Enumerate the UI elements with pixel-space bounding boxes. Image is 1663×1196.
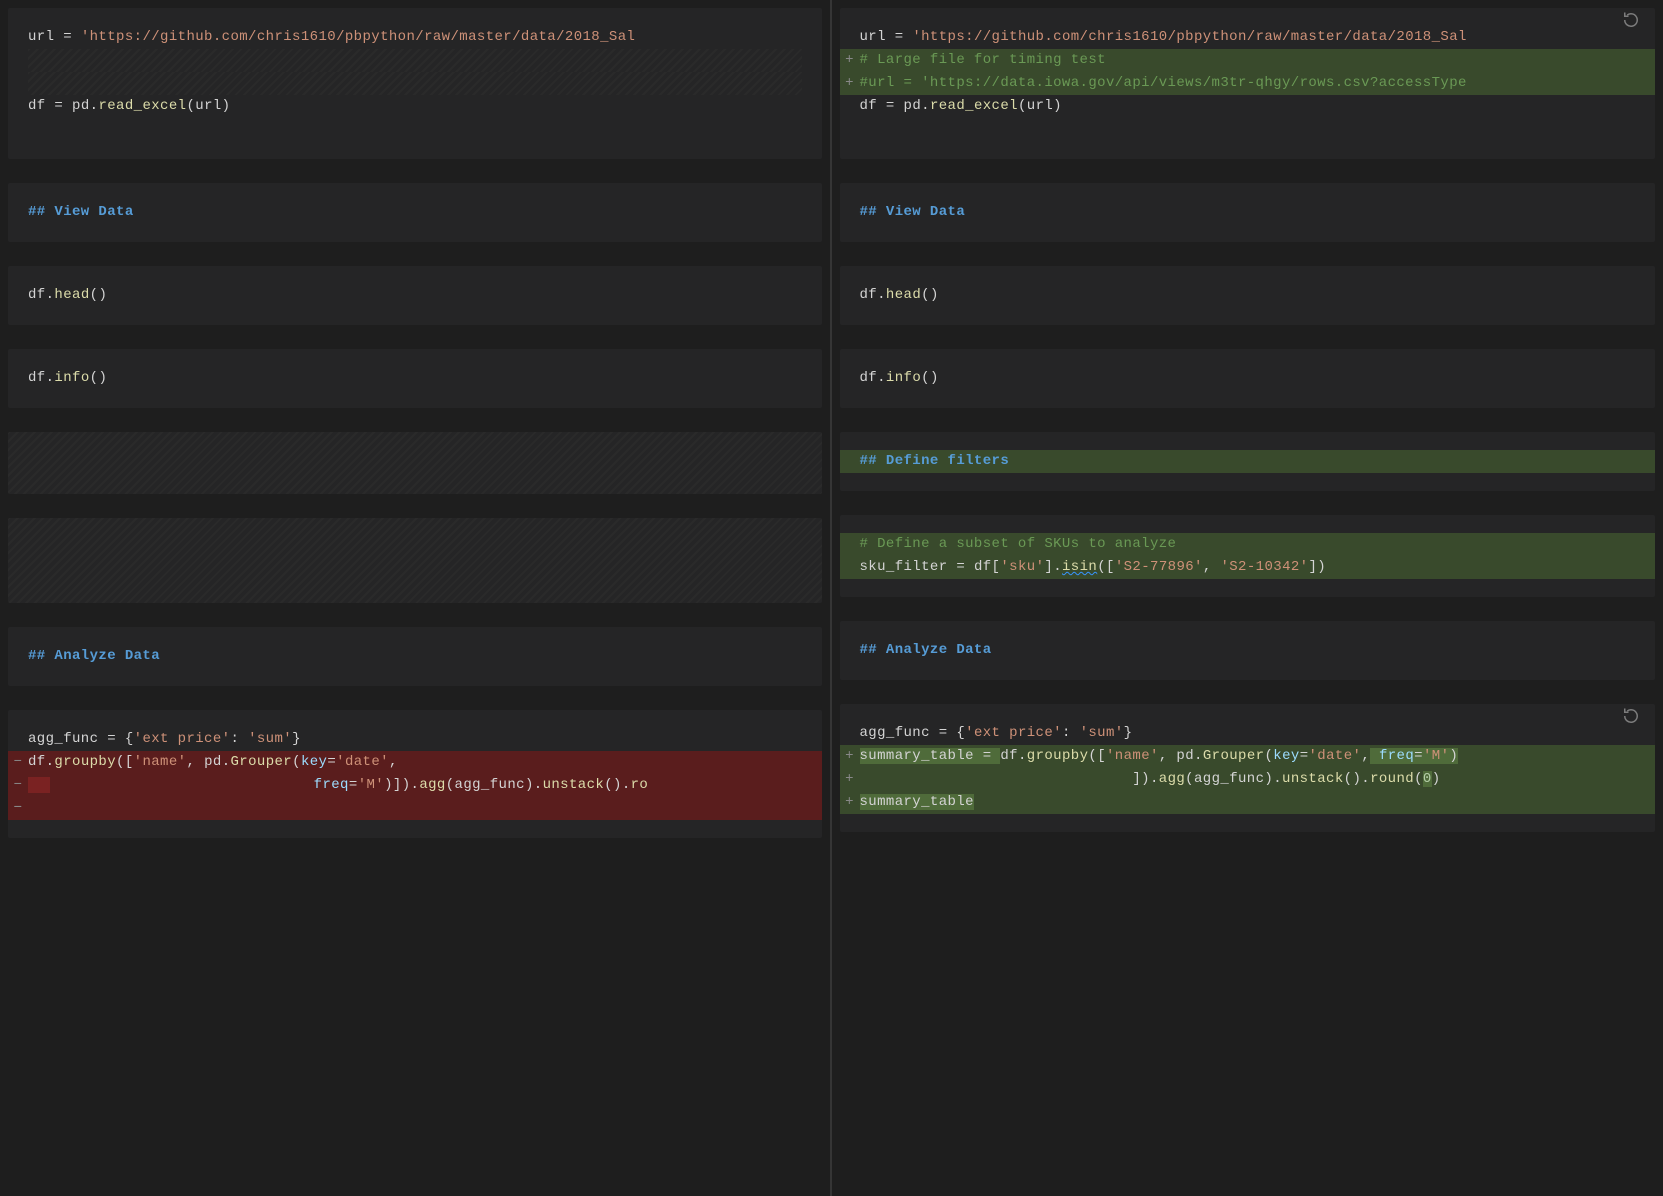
added-marker: +: [842, 768, 858, 791]
code-line[interactable]: df.info(): [860, 367, 1636, 390]
code-line[interactable]: + ]).agg(agg_func).unstack().round(0): [840, 768, 1656, 791]
code-line[interactable]: df = pd.read_excel(url): [28, 95, 802, 118]
revert-icon[interactable]: [1621, 706, 1641, 726]
markdown-cell[interactable]: ## Analyze Data: [8, 627, 822, 686]
code-line[interactable]: df.head(): [860, 284, 1636, 307]
left-pane: url = 'https://github.com/chris1610/pbpy…: [0, 0, 832, 1196]
code-cell[interactable]: df.info(): [8, 349, 822, 408]
code-line[interactable]: df.head(): [28, 284, 802, 307]
markdown-heading: ## Analyze Data: [28, 645, 802, 668]
code-cell[interactable]: url = 'https://github.com/chris1610/pbpy…: [8, 8, 822, 159]
markdown-heading: ## Define filters: [840, 450, 1656, 473]
code-line[interactable]: −−: [8, 797, 822, 820]
code-line[interactable]: agg_func = {'ext price': 'sum'}: [840, 722, 1656, 745]
code-line[interactable]: url = 'https://github.com/chris1610/pbpy…: [840, 26, 1656, 49]
code-line[interactable]: url = 'https://github.com/chris1610/pbpy…: [28, 26, 802, 49]
markdown-cell[interactable]: ## View Data: [840, 183, 1656, 242]
code-line[interactable]: +#url = 'https://data.iowa.gov/api/views…: [840, 72, 1656, 95]
code-line[interactable]: −df.groupby(['name', pd.Grouper(key='dat…: [8, 751, 822, 774]
revert-icon[interactable]: [1621, 10, 1641, 30]
added-marker: +: [842, 49, 858, 72]
markdown-cell[interactable]: ## Analyze Data: [840, 621, 1656, 680]
hatched-placeholder-block: [8, 518, 822, 603]
added-marker: +: [842, 791, 858, 814]
code-line[interactable]: +summary_table: [840, 791, 1656, 814]
code-line[interactable]: − freq='M')]).agg(agg_func).unstack().ro: [8, 774, 822, 797]
markdown-heading: ## View Data: [860, 201, 1636, 224]
markdown-cell[interactable]: ## View Data: [8, 183, 822, 242]
right-pane: url = 'https://github.com/chris1610/pbpy…: [832, 0, 1663, 1196]
markdown-cell[interactable]: ## Define filters: [840, 432, 1656, 491]
code-line[interactable]: +# Large file for timing test: [840, 49, 1656, 72]
added-marker: +: [842, 745, 858, 768]
code-line[interactable]: agg_func = {'ext price': 'sum'}: [8, 728, 822, 751]
code-line[interactable]: # Define a subset of SKUs to analyze: [840, 533, 1656, 556]
removed-marker: −: [10, 797, 26, 820]
code-cell[interactable]: agg_func = {'ext price': 'sum'}+summary_…: [840, 704, 1656, 832]
removed-marker: −: [10, 751, 26, 774]
diff-container: url = 'https://github.com/chris1610/pbpy…: [0, 0, 1663, 1196]
code-cell[interactable]: agg_func = {'ext price': 'sum'}−df.group…: [8, 710, 822, 838]
code-line[interactable]: df.info(): [28, 367, 802, 390]
markdown-heading: ## Analyze Data: [860, 639, 1636, 662]
code-cell[interactable]: url = 'https://github.com/chris1610/pbpy…: [840, 8, 1656, 159]
added-marker: +: [842, 72, 858, 95]
hatched-placeholder: [28, 72, 802, 95]
hatched-placeholder-block: [8, 432, 822, 494]
hatched-placeholder: [28, 49, 802, 72]
removed-marker: −: [10, 774, 26, 797]
code-cell[interactable]: df.info(): [840, 349, 1656, 408]
code-cell[interactable]: # Define a subset of SKUs to analyzesku_…: [840, 515, 1656, 597]
markdown-heading: ## View Data: [28, 201, 802, 224]
code-cell[interactable]: df.head(): [840, 266, 1656, 325]
code-line[interactable]: df = pd.read_excel(url): [840, 95, 1656, 118]
code-line[interactable]: +summary_table = df.groupby(['name', pd.…: [840, 745, 1656, 768]
code-line[interactable]: sku_filter = df['sku'].isin(['S2-77896',…: [840, 556, 1656, 579]
code-cell[interactable]: df.head(): [8, 266, 822, 325]
